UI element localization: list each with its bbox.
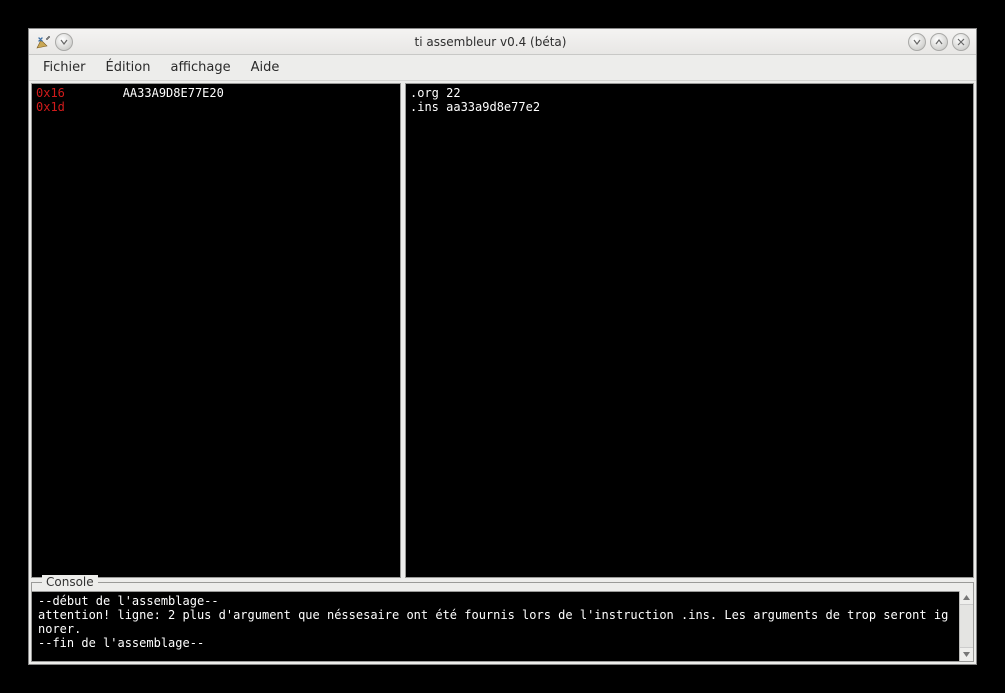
menu-help[interactable]: Aide <box>241 56 290 79</box>
scroll-up-icon[interactable] <box>960 591 973 605</box>
hex-line: 0x1d <box>36 100 396 114</box>
console-output[interactable]: --début de l'assemblage-- attention! lig… <box>32 591 959 661</box>
console-scrollbar[interactable] <box>959 591 973 661</box>
menubar: Fichier Édition affichage Aide <box>29 55 976 81</box>
source-editor-pane[interactable]: .org 22.ins aa33a9d8e77e2 <box>405 83 974 578</box>
close-button[interactable] <box>952 33 970 51</box>
maximize-button[interactable] <box>930 33 948 51</box>
scroll-down-icon[interactable] <box>960 647 973 661</box>
hex-output-pane[interactable]: 0x16 AA33A9D8E77E200x1d <box>31 83 401 578</box>
address-value: 0x1d <box>36 100 65 114</box>
address-value: 0x16 <box>36 86 65 100</box>
menu-view[interactable]: affichage <box>160 56 240 79</box>
hex-line: 0x16 AA33A9D8E77E20 <box>36 86 396 100</box>
content-area: 0x16 AA33A9D8E77E200x1d .org 22.ins aa33… <box>29 81 976 664</box>
console-label: Console <box>42 575 98 589</box>
app-window: ti assembleur v0.4 (béta) Fichier Éditio… <box>28 28 977 665</box>
window-menu-button[interactable] <box>55 33 73 51</box>
console-frame: Console --début de l'assemblage-- attent… <box>31 582 974 662</box>
source-line: .ins aa33a9d8e77e2 <box>410 100 969 114</box>
hex-value <box>65 100 123 114</box>
minimize-button[interactable] <box>908 33 926 51</box>
menu-edit[interactable]: Édition <box>96 56 161 79</box>
hex-value: AA33A9D8E77E20 <box>65 86 224 100</box>
menu-file[interactable]: Fichier <box>33 56 96 79</box>
window-title: ti assembleur v0.4 (béta) <box>73 35 908 49</box>
source-line: .org 22 <box>410 86 969 100</box>
app-icon <box>35 34 51 50</box>
titlebar: ti assembleur v0.4 (béta) <box>29 29 976 55</box>
